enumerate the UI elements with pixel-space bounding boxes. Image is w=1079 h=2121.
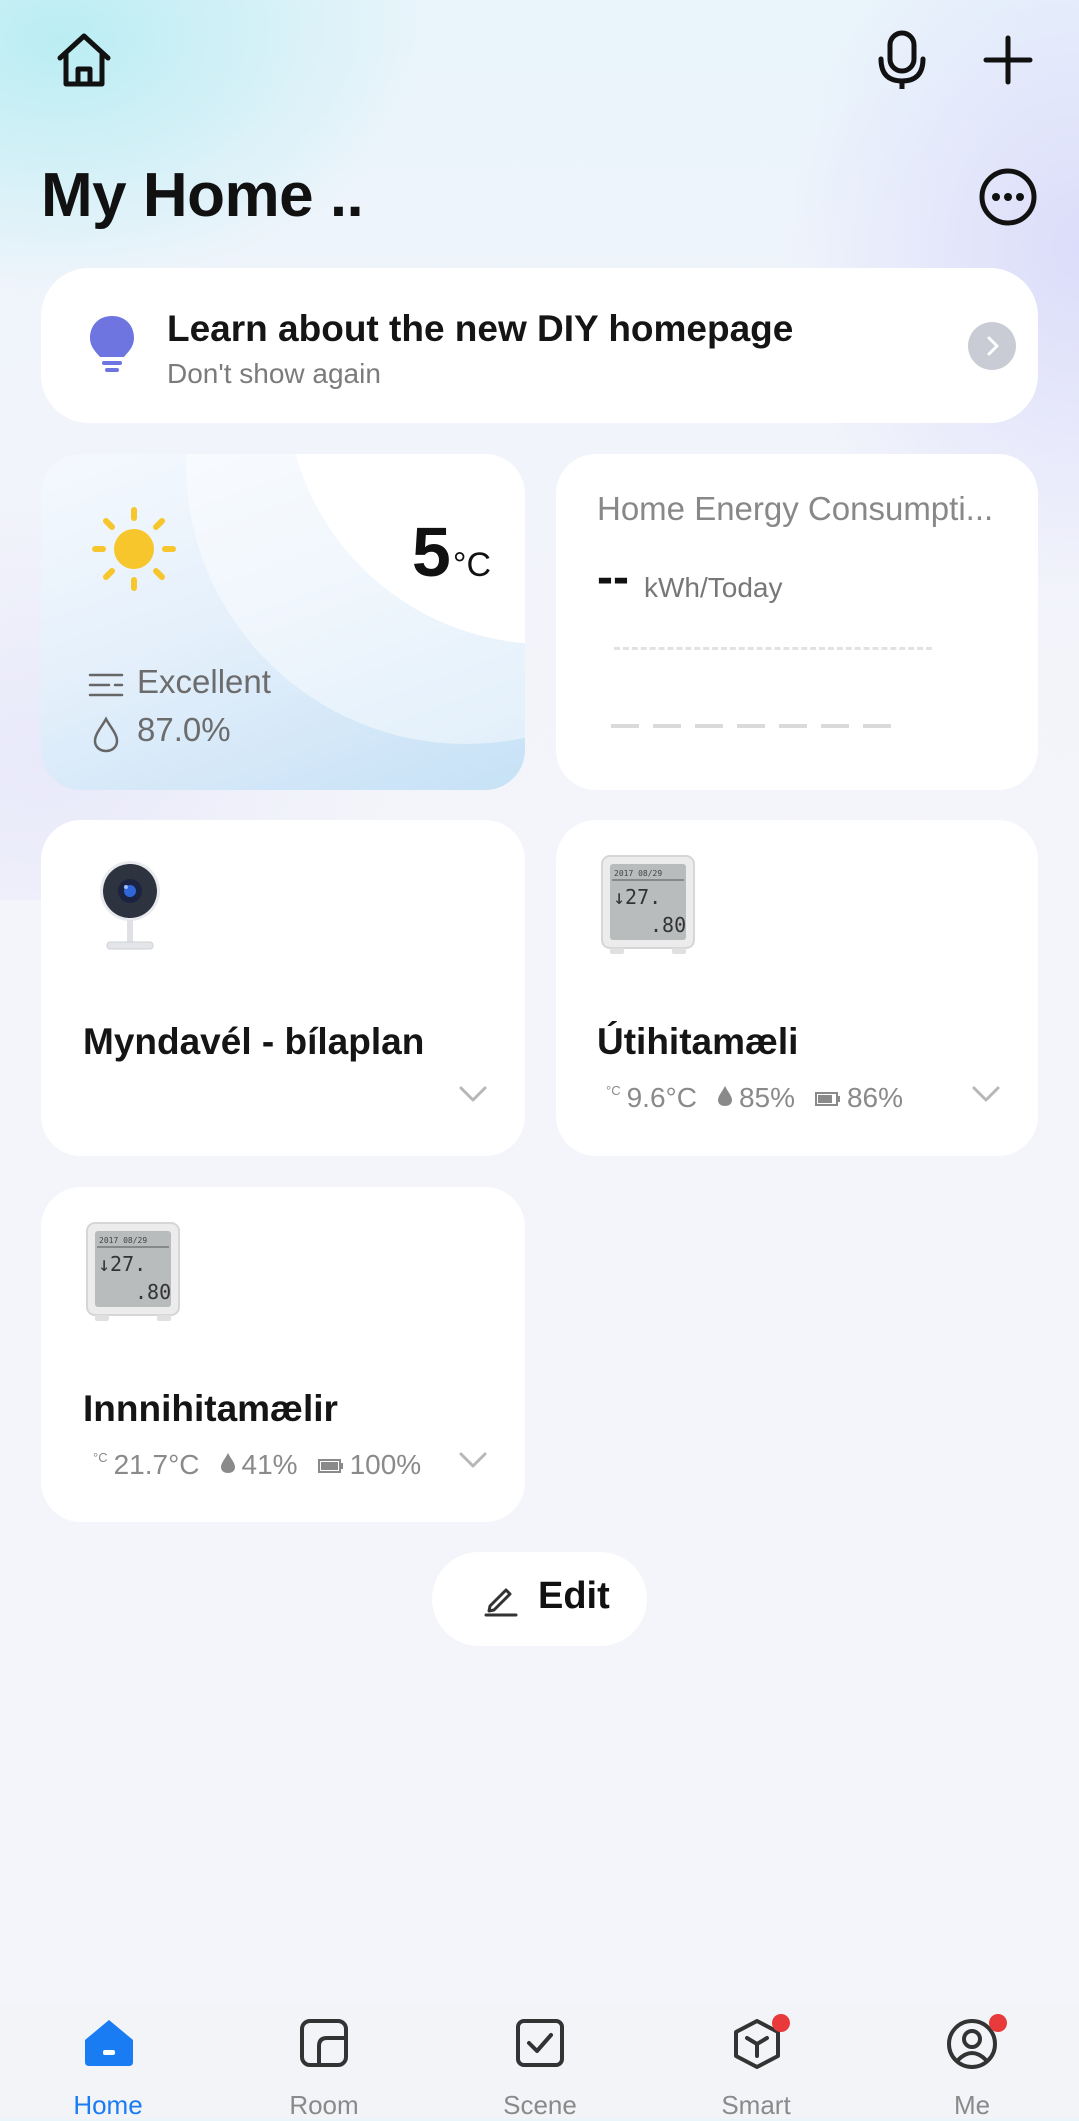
svg-text:.80: .80 [650, 913, 686, 937]
svg-text:.80: .80 [135, 1280, 171, 1304]
notification-badge [989, 2014, 1007, 2032]
home-icon [83, 2018, 135, 2068]
nav-item-scene[interactable]: Scene [470, 2002, 610, 2120]
humidity-drop-icon [717, 1082, 733, 1114]
energy-title: Home Energy Consumpti... [597, 490, 994, 527]
pencil-icon [482, 1580, 520, 1618]
device-stats: °C 9.6°C 85% 86% [606, 1082, 904, 1114]
nav-label: Scene [503, 2090, 577, 2120]
weather-card[interactable]: 5°C Excellent 87.0% [41, 454, 525, 790]
energy-card[interactable]: Home Energy Consumpti... -- kWh/Today [556, 454, 1038, 790]
device-name: Útihitamæli [597, 1021, 799, 1062]
device-name: Innnihitamælir [83, 1388, 338, 1429]
humidity-icon [91, 716, 121, 754]
edit-label: Edit [538, 1575, 610, 1617]
page-title[interactable]: My Home .. [41, 160, 364, 231]
energy-unit: kWh/Today [644, 572, 783, 603]
svg-text:↓27.: ↓27. [613, 885, 661, 909]
room-icon [299, 2018, 349, 2068]
scene-icon [515, 2018, 565, 2068]
energy-placeholder-line [611, 724, 891, 728]
edit-button[interactable]: Edit [432, 1552, 647, 1646]
nav-label: Smart [721, 2090, 791, 2120]
nav-item-room[interactable]: Room [254, 2002, 394, 2120]
nav-label: Home [73, 2090, 143, 2120]
nav-item-me[interactable]: Me [902, 2002, 1042, 2120]
add-icon[interactable] [978, 30, 1038, 90]
svg-text:2017 08/29: 2017 08/29 [614, 869, 662, 878]
thermometer-device-icon: 2017 08/29 ↓27. .80 [85, 1221, 181, 1323]
device-card-outdoor-thermometer[interactable]: 2017 08/29 ↓27. .80 Útihitamæli °C 9.6°C… [556, 820, 1038, 1156]
air-quality-icon [87, 670, 125, 700]
svg-text:↓27.: ↓27. [98, 1252, 146, 1276]
nav-item-smart[interactable]: Smart [686, 2002, 826, 2120]
chevron-down-icon[interactable] [455, 1080, 491, 1108]
svg-text:2017 08/29: 2017 08/29 [99, 1236, 147, 1245]
humidity-value: 87.0% [137, 711, 231, 748]
device-card-camera[interactable]: Myndavél - bílaplan [41, 820, 525, 1156]
humidity-drop-icon [220, 1449, 236, 1481]
lightbulb-icon [86, 314, 138, 376]
temperature-icon: °C [606, 1082, 621, 1098]
air-quality-label: Excellent [137, 663, 271, 700]
device-stats: °C 21.7°C 41% 100% [93, 1449, 422, 1481]
banner-title: Learn about the new DIY homepage [167, 308, 794, 349]
thermometer-device-icon: 2017 08/29 ↓27. .80 [600, 854, 696, 956]
sun-icon [91, 506, 177, 592]
dont-show-again-link[interactable]: Don't show again [167, 358, 381, 390]
device-name: Myndavél - bílaplan [83, 1021, 425, 1062]
home-switch-icon[interactable] [50, 28, 118, 92]
device-card-indoor-thermometer[interactable]: 2017 08/29 ↓27. .80 Innnihitamælir °C 21… [41, 1187, 525, 1522]
temperature-value: 5°C [411, 513, 491, 591]
camera-icon [97, 858, 163, 954]
chevron-right-icon[interactable] [968, 322, 1016, 370]
energy-placeholder-line [614, 647, 932, 650]
bottom-navigation: Home Room Scene Smart Me [0, 2002, 1079, 2120]
microphone-icon[interactable] [872, 28, 932, 92]
more-options-icon[interactable] [977, 166, 1039, 228]
energy-value: -- [597, 551, 629, 604]
chevron-down-icon[interactable] [968, 1080, 1004, 1108]
nav-label: Room [289, 2090, 359, 2120]
notification-badge [772, 2014, 790, 2032]
battery-icon [814, 1082, 841, 1114]
battery-icon [317, 1449, 344, 1481]
temperature-icon: °C [93, 1449, 108, 1465]
nav-item-home[interactable]: Home [38, 2002, 178, 2120]
nav-label: Me [953, 2090, 991, 2120]
chevron-down-icon[interactable] [455, 1446, 491, 1474]
